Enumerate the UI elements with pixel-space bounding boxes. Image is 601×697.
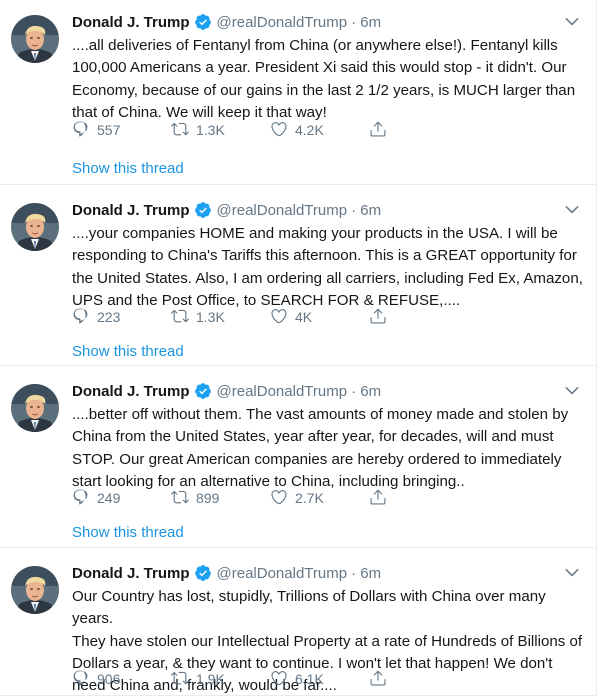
tweet-header: Donald J. Trump @realDonaldTrump · 6m	[72, 380, 381, 402]
display-name[interactable]: Donald J. Trump	[72, 565, 190, 582]
tweet-actions: 223 1.3K 4K	[72, 306, 387, 328]
reply-button[interactable]: 223	[72, 307, 171, 328]
like-count: 4K	[295, 309, 313, 325]
tweet-text: ....your companies HOME and making your …	[72, 225, 583, 309]
like-count: 4.2K	[295, 122, 324, 138]
chevron-down-icon[interactable]	[563, 13, 581, 31]
retweet-count: 1.3K	[196, 122, 225, 138]
reply-icon	[72, 488, 90, 509]
share-icon	[369, 120, 387, 141]
chevron-down-icon[interactable]	[563, 201, 581, 219]
display-name[interactable]: Donald J. Trump	[72, 202, 190, 219]
tweet-header: Donald J. Trump @realDonaldTrump · 6m	[72, 11, 381, 33]
chevron-down-icon[interactable]	[563, 564, 581, 582]
reply-icon	[72, 307, 90, 328]
username-handle[interactable]: @realDonaldTrump	[217, 202, 348, 219]
like-button[interactable]: 4.2K	[270, 120, 369, 141]
heart-icon	[270, 669, 288, 690]
timestamp[interactable]: · 6m	[351, 202, 381, 219]
retweet-button[interactable]: 1.3K	[171, 120, 270, 141]
chevron-down-icon[interactable]	[563, 382, 581, 400]
like-button[interactable]: 4K	[270, 307, 369, 328]
avatar[interactable]	[11, 15, 59, 63]
verified-badge-icon	[194, 13, 212, 31]
like-button[interactable]: 2.7K	[270, 488, 369, 509]
reply-count: 557	[97, 122, 121, 138]
tweet-text: ....all deliveries of Fentanyl from Chin…	[72, 37, 576, 121]
share-button[interactable]	[369, 488, 387, 509]
heart-icon	[270, 307, 288, 328]
retweet-icon	[171, 488, 189, 509]
show-thread-link[interactable]: Show this thread	[72, 343, 184, 360]
timestamp[interactable]: · 6m	[351, 565, 381, 582]
timestamp[interactable]: · 6m	[351, 14, 381, 31]
share-icon	[369, 307, 387, 328]
reply-count: 249	[97, 490, 121, 506]
retweet-button[interactable]: 899	[171, 488, 270, 509]
display-name[interactable]: Donald J. Trump	[72, 14, 190, 31]
username-handle[interactable]: @realDonaldTrump	[217, 383, 348, 400]
heart-icon	[270, 120, 288, 141]
tweet[interactable]: Donald J. Trump @realDonaldTrump · 6m ..…	[0, 0, 597, 185]
username-handle[interactable]: @realDonaldTrump	[217, 565, 348, 582]
share-icon	[369, 669, 387, 690]
reply-count: 223	[97, 309, 121, 325]
retweet-icon	[171, 120, 189, 141]
share-button[interactable]	[369, 120, 387, 141]
username-handle[interactable]: @realDonaldTrump	[217, 14, 348, 31]
reply-icon	[72, 120, 90, 141]
reply-button[interactable]: 557	[72, 120, 171, 141]
share-icon	[369, 488, 387, 509]
avatar[interactable]	[11, 566, 59, 614]
display-name[interactable]: Donald J. Trump	[72, 383, 190, 400]
tweet-actions: 249 899 2.7K	[72, 487, 387, 509]
like-button[interactable]: 6.1K	[270, 669, 369, 690]
avatar[interactable]	[11, 203, 59, 251]
retweet-button[interactable]: 1.9K	[171, 669, 270, 690]
show-thread-link[interactable]: Show this thread	[72, 160, 184, 177]
share-button[interactable]	[369, 669, 387, 690]
retweet-count: 899	[196, 490, 220, 506]
verified-badge-icon	[194, 201, 212, 219]
share-button[interactable]	[369, 307, 387, 328]
tweet-actions: 557 1.3K 4.2K	[72, 119, 387, 141]
tweet[interactable]: Donald J. Trump @realDonaldTrump · 6m Ou…	[0, 548, 597, 696]
heart-icon	[270, 488, 288, 509]
retweet-count: 1.3K	[196, 309, 225, 325]
timeline-feed: Donald J. Trump @realDonaldTrump · 6m ..…	[0, 0, 597, 696]
retweet-icon	[171, 307, 189, 328]
reply-button[interactable]: 906	[72, 669, 171, 690]
timestamp[interactable]: · 6m	[351, 383, 381, 400]
reply-icon	[72, 669, 90, 690]
avatar[interactable]	[11, 384, 59, 432]
retweet-button[interactable]: 1.3K	[171, 307, 270, 328]
tweet-header: Donald J. Trump @realDonaldTrump · 6m	[72, 199, 381, 221]
retweet-count: 1.9K	[196, 671, 225, 687]
show-thread-link[interactable]: Show this thread	[72, 524, 184, 541]
tweet[interactable]: Donald J. Trump @realDonaldTrump · 6m ..…	[0, 366, 597, 548]
tweet-header: Donald J. Trump @realDonaldTrump · 6m	[72, 562, 381, 584]
verified-badge-icon	[194, 564, 212, 582]
tweet-text: ....better off without them. The vast am…	[72, 406, 569, 490]
reply-count: 906	[97, 671, 121, 687]
tweet[interactable]: Donald J. Trump @realDonaldTrump · 6m ..…	[0, 185, 597, 366]
reply-button[interactable]: 249	[72, 488, 171, 509]
retweet-icon	[171, 669, 189, 690]
like-count: 6.1K	[295, 671, 324, 687]
verified-badge-icon	[194, 382, 212, 400]
tweet-actions: 906 1.9K 6.1K	[72, 668, 387, 690]
like-count: 2.7K	[295, 490, 324, 506]
